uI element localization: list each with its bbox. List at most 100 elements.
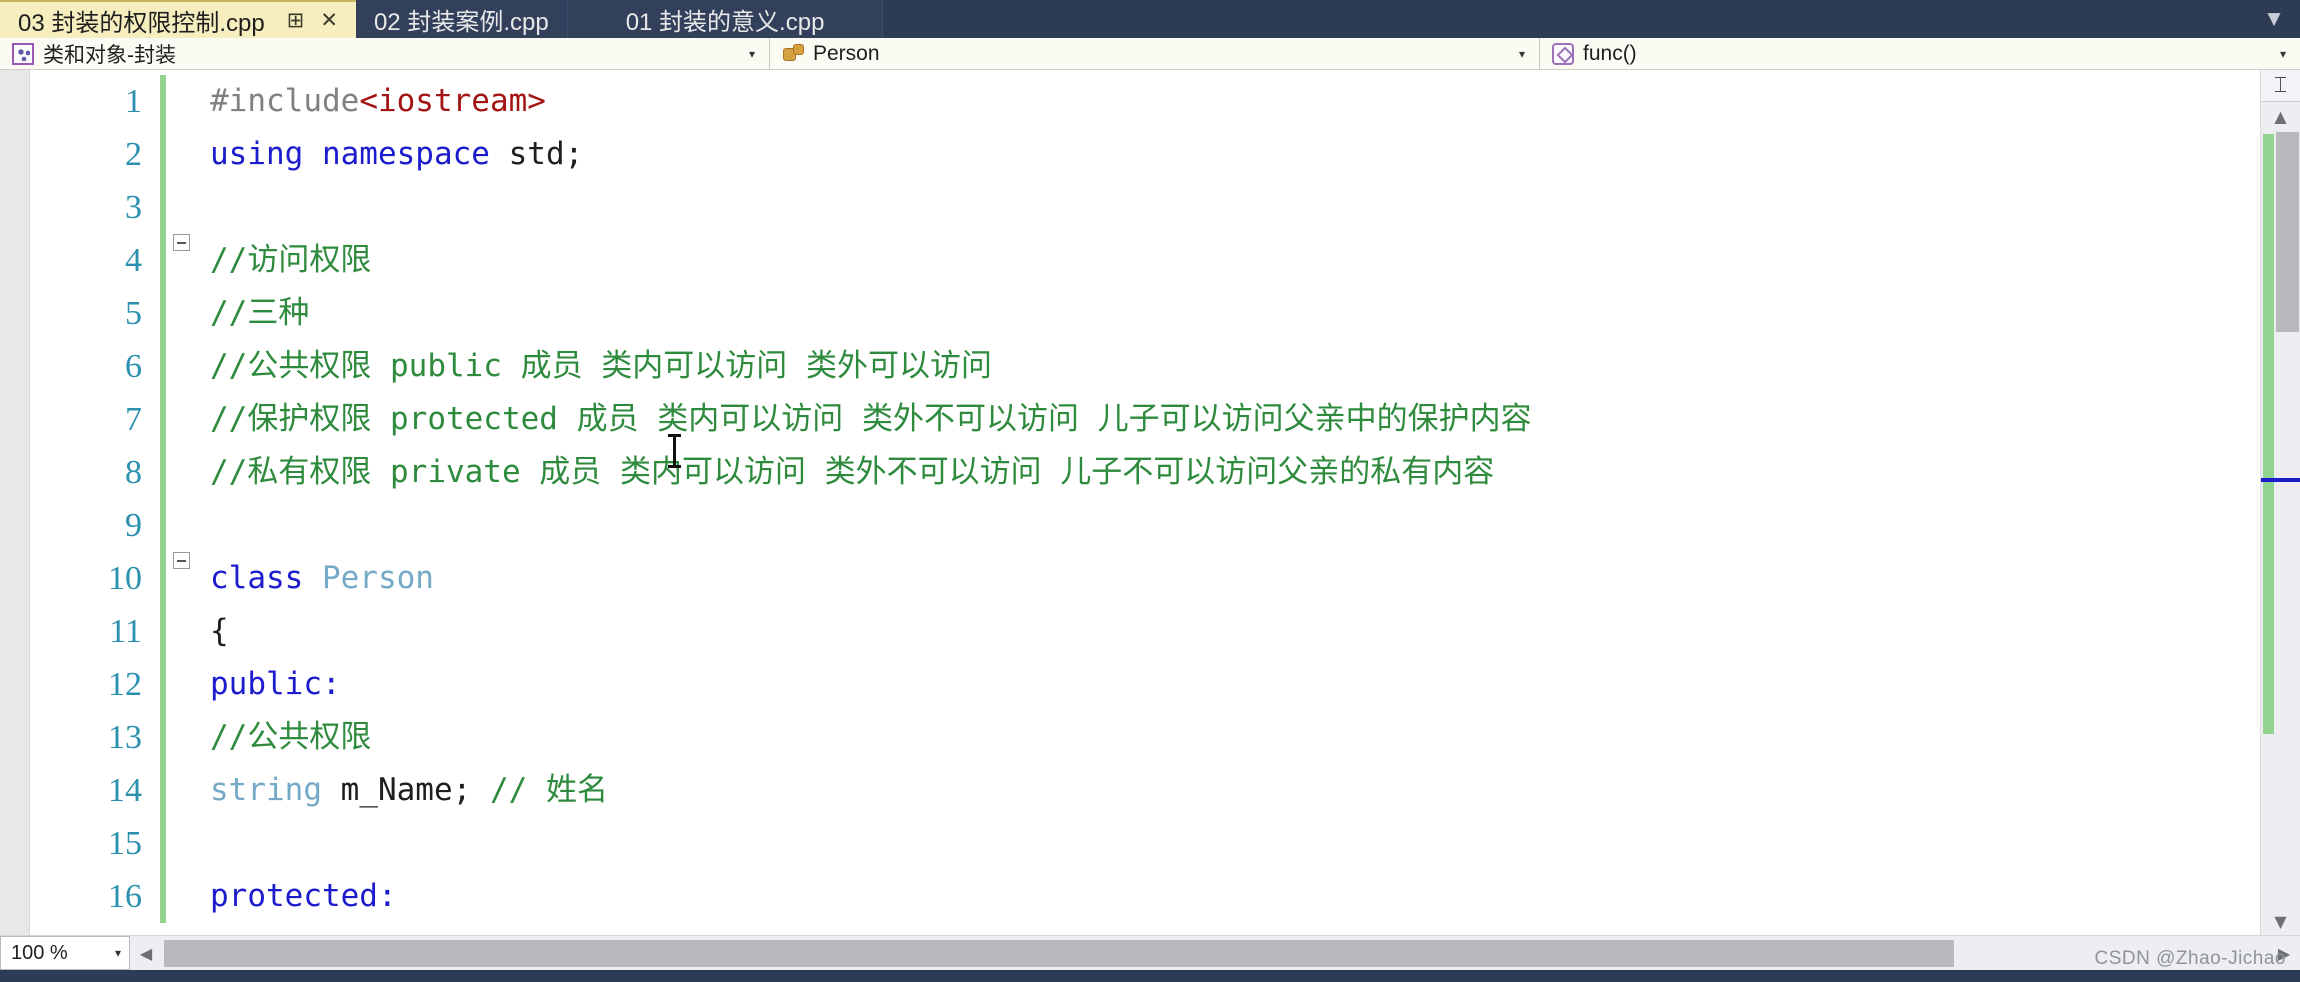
code-line-text[interactable]: //访问权限 (196, 234, 2300, 287)
pin-icon[interactable]: ⊞ (287, 9, 305, 31)
editor-tab-strip: 03 封装的权限控制.cpp ⊞ ✕ 02 封装案例.cpp 01 封装的意义.… (0, 0, 2300, 38)
collapse-region-icon[interactable] (172, 234, 190, 251)
line-change-bar (160, 605, 166, 658)
code-token: using namespace (210, 136, 509, 172)
code-surface[interactable]: 1 #include<iostream> 2 using namespace std;… (30, 70, 2300, 935)
line-number: 9 (125, 507, 142, 544)
line-number: 4 (125, 242, 142, 279)
project-dropdown-content: 类和对象-封装 (0, 39, 735, 69)
horizontal-scroll-thumb[interactable] (164, 940, 1954, 967)
code-line-text[interactable]: protected: (196, 870, 2300, 923)
code-token: //私有权限 private 成员 类内可以访问 类外不可以访问 儿子不可以访问… (210, 454, 1495, 490)
line-change-bar (160, 393, 166, 446)
zoom-level-dropdown[interactable]: 100 % ▾ (0, 936, 130, 970)
code-token: #include (210, 83, 360, 119)
scroll-left-icon[interactable]: ◀ (130, 936, 162, 970)
code-line-text[interactable]: //公共权限 (196, 711, 2300, 764)
function-dropdown[interactable]: func() ▾ (1540, 38, 2300, 69)
line-number: 13 (108, 719, 142, 756)
line-number: 12 (108, 666, 142, 703)
collapse-region-icon[interactable] (172, 552, 190, 569)
project-icon (12, 42, 34, 65)
line-change-bar (160, 446, 166, 499)
line-number: 14 (108, 772, 142, 809)
line-change-bar (160, 764, 166, 817)
line-change-bar (160, 340, 166, 393)
code-line-text[interactable]: string m_Name; // 姓名 (196, 764, 2300, 817)
code-line[interactable]: 1 #include<iostream> (30, 75, 2300, 128)
line-change-bar (160, 499, 166, 552)
code-line[interactable]: 14 string m_Name; // 姓名 (30, 764, 2300, 817)
line-number: 1 (125, 83, 142, 120)
scroll-down-icon[interactable]: ▼ (2261, 907, 2300, 935)
code-line[interactable]: 9 (30, 499, 2300, 552)
tab-02-fengzhuang-anli[interactable]: 02 封装案例.cpp (355, 0, 568, 38)
vertical-scrollbar[interactable]: ⌶ ▲ ▼ (2260, 70, 2300, 935)
code-line[interactable]: 7 //保护权限 protected 成员 类内可以访问 类外不可以访问 儿子可以… (30, 393, 2300, 446)
code-line-text[interactable]: public: (196, 658, 2300, 711)
code-line[interactable]: 3 (30, 181, 2300, 234)
code-line[interactable]: 10 class Person (30, 552, 2300, 605)
code-line-text[interactable]: { (196, 605, 2300, 658)
chevron-down-icon[interactable]: ▾ (115, 946, 121, 960)
outlining-margin[interactable] (166, 552, 196, 569)
code-line-text[interactable]: using namespace std; (196, 128, 2300, 181)
split-view-handle[interactable]: ⌶ (2261, 70, 2300, 102)
code-editor[interactable]: 1 #include<iostream> 2 using namespace std;… (0, 70, 2300, 935)
code-token: Person (321, 560, 434, 596)
scroll-up-icon[interactable]: ▲ (2261, 102, 2300, 130)
line-number: 2 (125, 136, 142, 173)
code-line[interactable]: 4 //访问权限 (30, 234, 2300, 287)
code-token: //公共权限 (210, 719, 372, 755)
tab-strip-filler (883, 0, 2248, 38)
code-line[interactable]: 13 //公共权限 (30, 711, 2300, 764)
close-icon[interactable]: ✕ (320, 9, 338, 31)
code-line-text[interactable]: //公共权限 public 成员 类内可以访问 类外可以访问 (196, 340, 2300, 393)
editor-status-bar: 100 % ▾ ◀ ▶ (0, 935, 2300, 970)
line-number: 8 (125, 454, 142, 491)
function-dropdown-content: func() (1540, 42, 2266, 66)
vertical-scroll-thumb[interactable] (2276, 132, 2299, 332)
chevron-down-icon[interactable]: ▾ (1505, 47, 1539, 61)
code-line-text[interactable]: #include<iostream> (196, 75, 2300, 128)
code-token: //公共权限 public 成员 类内可以访问 类外可以访问 (210, 348, 992, 384)
outlining-margin[interactable] (166, 234, 196, 251)
code-line-text[interactable]: //三种 (196, 287, 2300, 340)
code-token: //保护权限 protected 成员 类内可以访问 类外不可以访问 儿子可以访… (210, 401, 1532, 437)
class-icon (782, 43, 804, 65)
class-dropdown-value: Person (813, 41, 880, 65)
code-line[interactable]: 6 //公共权限 public 成员 类内可以访问 类外可以访问 (30, 340, 2300, 393)
code-line[interactable]: 5 //三种 (30, 287, 2300, 340)
tab-01-fengzhuang-de-yiyi[interactable]: 01 封装的意义.cpp (567, 0, 884, 38)
line-change-bar (160, 181, 166, 234)
code-line[interactable]: 15 (30, 817, 2300, 870)
code-line[interactable]: 16 protected: (30, 870, 2300, 923)
chevron-down-icon[interactable]: ▾ (2266, 47, 2300, 61)
code-line-text[interactable]: //私有权限 private 成员 类内可以访问 类外不可以访问 儿子不可以访问… (196, 446, 2300, 499)
code-line-text[interactable]: //保护权限 protected 成员 类内可以访问 类外不可以访问 儿子可以访… (196, 393, 2300, 446)
function-dropdown-value: func() (1583, 41, 1637, 65)
class-dropdown[interactable]: Person ▾ (770, 38, 1540, 69)
code-token: { (210, 613, 229, 649)
vertical-scroll-track[interactable] (2261, 130, 2300, 907)
line-number: 3 (125, 189, 142, 226)
caret-position-marker (2261, 478, 2300, 482)
function-icon (1552, 42, 1574, 65)
code-line[interactable]: 8 //私有权限 private 成员 类内可以访问 类外不可以访问 儿子不可以访… (30, 446, 2300, 499)
tab-03-fengzhuang-quanxian-kongzhi[interactable]: 03 封装的权限控制.cpp ⊞ ✕ (0, 0, 356, 38)
code-line[interactable]: 2 using namespace std; (30, 128, 2300, 181)
tab-label: 03 封装的权限控制.cpp (18, 9, 265, 37)
horizontal-scroll-track[interactable] (162, 936, 2268, 970)
code-line[interactable]: 11 { (30, 605, 2300, 658)
window-footer (0, 970, 2300, 982)
line-number: 15 (108, 825, 142, 862)
chevron-down-icon[interactable]: ▼ (2248, 0, 2300, 38)
line-change-bar (160, 75, 166, 128)
code-token: std; (508, 136, 584, 172)
chevron-down-icon[interactable]: ▾ (735, 47, 769, 61)
code-line-text[interactable]: class Person (196, 552, 2300, 605)
selection-margin[interactable] (0, 70, 30, 935)
project-dropdown[interactable]: 类和对象-封装 ▾ (0, 38, 770, 69)
tab-label: 02 封装案例.cpp (373, 8, 549, 36)
code-line[interactable]: 12 public: (30, 658, 2300, 711)
